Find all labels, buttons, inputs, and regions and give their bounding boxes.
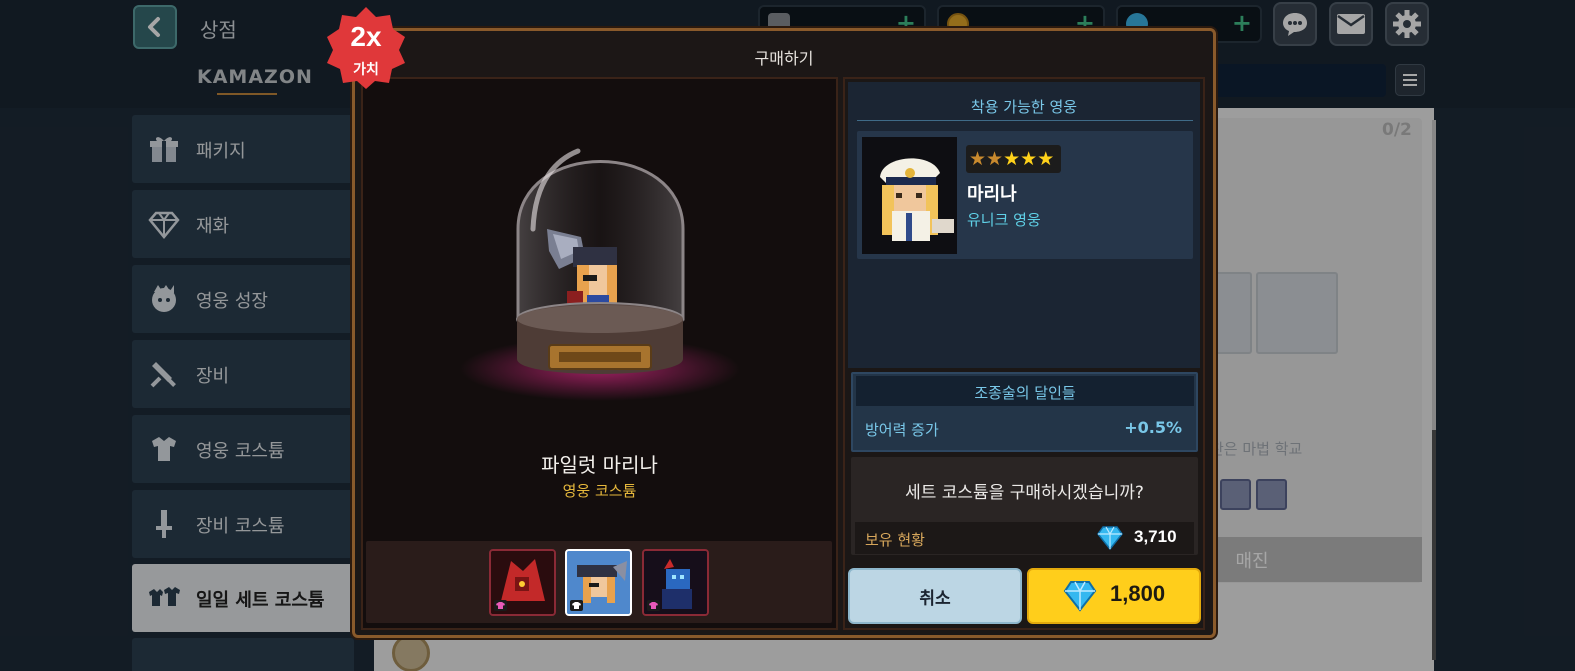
holdings-value: 3,710 xyxy=(1134,527,1177,546)
item-name: 파일럿 마리나 xyxy=(541,453,658,477)
star-icon: ★ xyxy=(1003,147,1021,170)
confirm-text: 세트 코스튬을 구매하시겠습니까? xyxy=(905,483,1144,503)
star-icon: ★ xyxy=(1037,147,1055,170)
hero-portrait xyxy=(862,137,957,254)
star-rating: ★ ★ ★ ★ ★ xyxy=(966,145,1061,173)
holdings-label: 보유 현황 xyxy=(865,531,925,549)
set-bonus-title: 조종술의 달인들 xyxy=(974,384,1076,402)
badge-label: 가치 xyxy=(353,62,379,78)
set-bonus-stat-label: 방어력 증가 xyxy=(865,421,939,439)
costume-tag-icon xyxy=(570,600,583,611)
hero-name: 마리나 xyxy=(967,184,1017,205)
wearable-hero-title: 착용 가능한 영웅 xyxy=(970,98,1078,116)
costume-tag-icon xyxy=(647,600,660,611)
variant-red-mech[interactable] xyxy=(489,549,556,616)
marina-portrait xyxy=(862,137,957,254)
item-type: 영웅 코스튬 xyxy=(562,482,637,500)
value-badge: 2x 가치 xyxy=(325,7,407,89)
section-divider xyxy=(857,120,1193,121)
costume-tag-icon xyxy=(494,600,507,611)
modal-title: 구매하기 xyxy=(754,49,814,68)
gem-icon xyxy=(1063,581,1097,612)
cancel-button[interactable]: 취소 xyxy=(848,568,1022,624)
buy-price[interactable]: 1,800 xyxy=(1110,581,1165,607)
variant-dark-knight[interactable] xyxy=(642,549,709,616)
star-icon: ★ xyxy=(969,147,987,170)
gem-icon xyxy=(1097,526,1123,550)
badge-multiplier: 2x xyxy=(350,21,382,52)
set-bonus-stat-value: +0.5% xyxy=(1124,418,1182,437)
star-icon: ★ xyxy=(1020,147,1038,170)
hero-rarity: 유니크 영웅 xyxy=(967,211,1041,229)
variant-pilot-marina-selected[interactable] xyxy=(565,549,632,616)
star-icon: ★ xyxy=(986,147,1004,170)
